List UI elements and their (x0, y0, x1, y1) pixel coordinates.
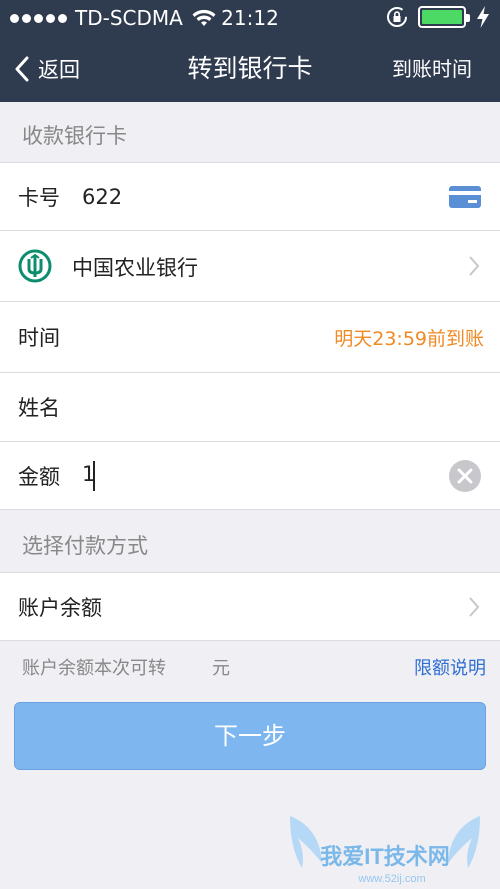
battery-icon (418, 6, 470, 28)
arrival-time-row: 时间 明天23:59前到账 (0, 302, 500, 372)
status-bar: TD-SCDMA 21:12 (0, 0, 500, 36)
watermark-url: www.52ij.com (357, 873, 425, 885)
chevron-right-icon (469, 256, 480, 276)
limit-info-link[interactable]: 限额说明 (414, 654, 486, 680)
arrival-time-button[interactable]: 到账时间 (392, 36, 472, 102)
receiver-section-title: 收款银行卡 (22, 124, 127, 148)
card-number-label: 卡号 (18, 185, 60, 210)
card-number-row[interactable]: 卡号 622 (0, 163, 500, 230)
status-right (386, 6, 490, 28)
clear-input-icon[interactable] (448, 459, 482, 493)
rotation-lock-icon (387, 7, 407, 27)
divider (0, 509, 500, 510)
abc-bank-logo (18, 249, 52, 283)
payment-method-label: 账户余额 (18, 595, 102, 620)
balance-note: 账户余额本次可转 元 (22, 654, 230, 680)
card-icon[interactable] (448, 185, 482, 209)
time-label: 时间 (18, 326, 60, 350)
navigation-bar: 返回 转到银行卡 到账时间 (0, 36, 500, 102)
charging-bolt-icon (477, 6, 489, 28)
name-row[interactable]: 姓名 (0, 373, 500, 441)
bank-name: 中国农业银行 (72, 256, 198, 280)
watermark-logo: 我爱IT技术网 www.52ij.com (290, 816, 480, 885)
chevron-right-icon (469, 597, 480, 617)
payment-section-title: 选择付款方式 (22, 534, 148, 558)
arrival-time-value: 明天23:59前到账 (334, 328, 484, 350)
watermark-text: 我爱IT技术网 (320, 844, 450, 869)
balance-note-unit: 元 (212, 658, 230, 679)
balance-note-text: 账户余额本次可转 (22, 658, 166, 679)
amount-row[interactable]: 金额 1 (0, 442, 500, 509)
name-label: 姓名 (18, 396, 60, 420)
text-cursor (93, 461, 95, 491)
battery-fill (422, 10, 462, 24)
divider (0, 640, 500, 641)
card-number-input[interactable]: 622 (82, 163, 122, 230)
payment-method-row[interactable]: 账户余额 (0, 573, 500, 640)
bank-select-row[interactable]: 中国农业银行 (0, 231, 500, 301)
amount-label: 金额 (18, 464, 60, 489)
next-step-button[interactable]: 下一步 (14, 702, 486, 770)
